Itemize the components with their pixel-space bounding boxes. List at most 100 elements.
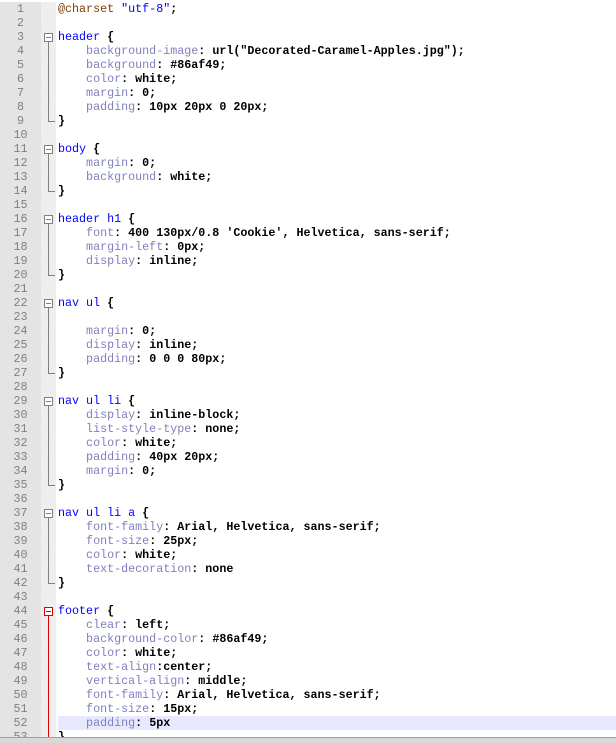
code-text[interactable]: } — [58, 576, 616, 590]
code-text[interactable]: color: white; — [58, 72, 616, 86]
code-text[interactable]: color: white; — [58, 436, 616, 450]
code-text[interactable]: font-size: 25px; — [58, 534, 616, 548]
code-text[interactable]: padding: 10px 20px 0 20px; — [58, 100, 616, 114]
code-editor[interactable]: 1 @charset "utf-8"; 2 3 header {4 background… — [0, 0, 616, 742]
code-text[interactable]: } — [58, 184, 616, 198]
code-text[interactable]: clear: left; — [58, 618, 616, 632]
code-text[interactable]: display: inline-block; — [58, 408, 616, 422]
code-text[interactable]: body { — [58, 142, 616, 156]
code-text[interactable]: margin: 0; — [58, 324, 616, 338]
code-line[interactable]: 39 font-size: 25px; — [0, 534, 616, 548]
code-line[interactable]: 47 color: white; — [0, 646, 616, 660]
code-line[interactable]: 50 font-family: Arial, Helvetica, sans-s… — [0, 688, 616, 702]
code-text[interactable] — [58, 310, 616, 324]
code-line[interactable]: 2 — [0, 16, 616, 30]
code-line[interactable]: 28 — [0, 380, 616, 394]
code-text[interactable]: font: 400 130px/0.8 'Cookie', Helvetica,… — [58, 226, 616, 240]
code-line[interactable]: 38 font-family: Arial, Helvetica, sans-s… — [0, 520, 616, 534]
code-line[interactable]: 34 margin: 0; — [0, 464, 616, 478]
code-text[interactable] — [58, 128, 616, 142]
code-text[interactable]: background-image: url("Decorated-Caramel… — [58, 44, 616, 58]
code-line[interactable]: 33 padding: 40px 20px; — [0, 450, 616, 464]
code-text[interactable] — [58, 492, 616, 506]
code-line[interactable]: 52 padding: 5px — [0, 716, 616, 730]
code-line[interactable]: 13 background: white; — [0, 170, 616, 184]
code-text[interactable]: @charset "utf-8"; — [58, 2, 616, 16]
code-text[interactable]: header { — [58, 30, 616, 44]
code-line[interactable]: 23 — [0, 310, 616, 324]
code-text[interactable]: margin: 0; — [58, 86, 616, 100]
code-line[interactable]: 45 clear: left; — [0, 618, 616, 632]
code-text[interactable]: text-decoration: none — [58, 562, 616, 576]
code-text[interactable]: font-family: Arial, Helvetica, sans-seri… — [58, 520, 616, 534]
code-text[interactable]: margin-left: 0px; — [58, 240, 616, 254]
code-text[interactable]: font-family: Arial, Helvetica, sans-seri… — [58, 688, 616, 702]
code-line[interactable]: 35} — [0, 478, 616, 492]
code-text[interactable]: font-size: 15px; — [58, 702, 616, 716]
code-line[interactable]: 31 list-style-type: none; — [0, 422, 616, 436]
horizontal-scrollbar[interactable] — [0, 737, 616, 743]
code-line[interactable]: 3 header { — [0, 30, 616, 44]
code-line[interactable]: 8 padding: 10px 20px 0 20px; — [0, 100, 616, 114]
code-text[interactable] — [58, 198, 616, 212]
code-text[interactable]: nav ul { — [58, 296, 616, 310]
code-line[interactable]: 37 nav ul li a { — [0, 506, 616, 520]
code-line[interactable]: 51 font-size: 15px; — [0, 702, 616, 716]
code-text[interactable]: header h1 { — [58, 212, 616, 226]
code-text[interactable]: nav ul li a { — [58, 506, 616, 520]
code-line[interactable]: 42} — [0, 576, 616, 590]
code-line[interactable]: 6 color: white; — [0, 72, 616, 86]
code-text[interactable]: } — [58, 366, 616, 380]
code-line[interactable]: 19 display: inline; — [0, 254, 616, 268]
code-line[interactable]: 44 footer { — [0, 604, 616, 618]
code-text[interactable]: text-align:center; — [58, 660, 616, 674]
code-line[interactable]: 20} — [0, 268, 616, 282]
code-line[interactable]: 1 @charset "utf-8"; — [0, 2, 616, 16]
code-line[interactable]: 48 text-align:center; — [0, 660, 616, 674]
code-line[interactable]: 41 text-decoration: none — [0, 562, 616, 576]
code-line[interactable]: 12 margin: 0; — [0, 156, 616, 170]
code-text[interactable]: padding: 0 0 0 80px; — [58, 352, 616, 366]
code-line[interactable]: 11 body { — [0, 142, 616, 156]
code-text[interactable]: color: white; — [58, 548, 616, 562]
code-line[interactable]: 36 — [0, 492, 616, 506]
code-text[interactable] — [58, 282, 616, 296]
code-text[interactable] — [58, 16, 616, 30]
code-line[interactable]: 24 margin: 0; — [0, 324, 616, 338]
code-text[interactable]: padding: 5px — [58, 716, 616, 730]
code-text[interactable]: display: inline; — [58, 254, 616, 268]
code-text[interactable]: } — [58, 478, 616, 492]
code-line[interactable]: 10 — [0, 128, 616, 142]
code-text[interactable]: list-style-type: none; — [58, 422, 616, 436]
code-text[interactable]: background: white; — [58, 170, 616, 184]
code-line[interactable]: 26 padding: 0 0 0 80px; — [0, 352, 616, 366]
code-line[interactable]: 40 color: white; — [0, 548, 616, 562]
code-text[interactable] — [58, 380, 616, 394]
code-text[interactable]: vertical-align: middle; — [58, 674, 616, 688]
code-line[interactable]: 16 header h1 { — [0, 212, 616, 226]
code-line[interactable]: 43 — [0, 590, 616, 604]
code-line[interactable]: 15 — [0, 198, 616, 212]
code-text[interactable]: } — [58, 114, 616, 128]
code-text[interactable] — [58, 590, 616, 604]
code-text[interactable]: margin: 0; — [58, 464, 616, 478]
code-line[interactable]: 30 display: inline-block; — [0, 408, 616, 422]
code-line[interactable]: 9} — [0, 114, 616, 128]
code-line[interactable]: 32 color: white; — [0, 436, 616, 450]
code-line[interactable]: 25 display: inline; — [0, 338, 616, 352]
code-line[interactable]: 27} — [0, 366, 616, 380]
code-text[interactable]: margin: 0; — [58, 156, 616, 170]
code-text[interactable]: nav ul li { — [58, 394, 616, 408]
code-line[interactable]: 21 — [0, 282, 616, 296]
code-line[interactable]: 29 nav ul li { — [0, 394, 616, 408]
code-line[interactable]: 46 background-color: #86af49; — [0, 632, 616, 646]
code-text[interactable]: display: inline; — [58, 338, 616, 352]
code-text[interactable]: background: #86af49; — [58, 58, 616, 72]
code-text[interactable]: footer { — [58, 604, 616, 618]
code-text[interactable]: } — [58, 268, 616, 282]
code-line[interactable]: 18 margin-left: 0px; — [0, 240, 616, 254]
code-line[interactable]: 7 margin: 0; — [0, 86, 616, 100]
code-line[interactable]: 4 background-image: url("Decorated-Caram… — [0, 44, 616, 58]
code-text[interactable]: color: white; — [58, 646, 616, 660]
code-line[interactable]: 17 font: 400 130px/0.8 'Cookie', Helveti… — [0, 226, 616, 240]
